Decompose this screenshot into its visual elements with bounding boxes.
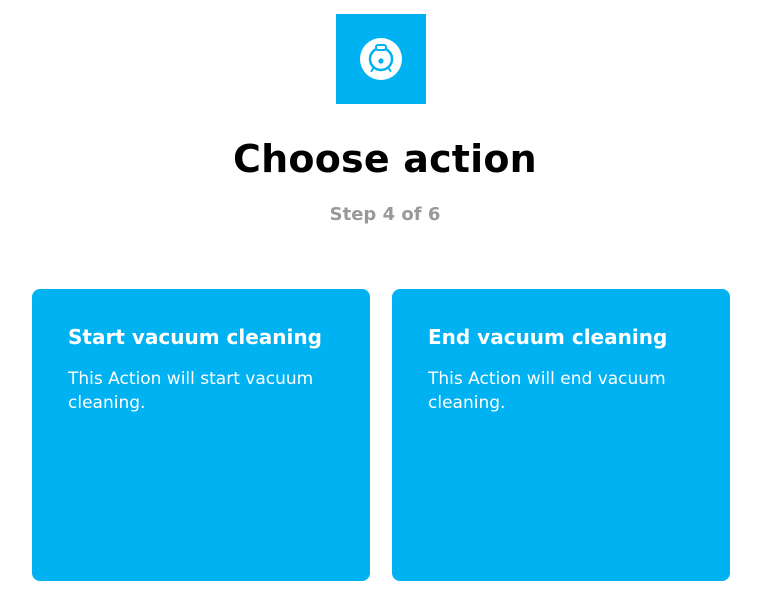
step-indicator: Step 4 of 6 bbox=[329, 204, 441, 225]
choose-action-page: Choose action Step 4 of 6 Start vacuum c… bbox=[0, 0, 770, 595]
action-card-start-vacuum-cleaning[interactable]: Start vacuum cleaning This Action will s… bbox=[32, 289, 370, 581]
service-logo bbox=[336, 14, 426, 104]
robot-vacuum-icon bbox=[360, 38, 402, 80]
action-card-description: This Action will start vacuum cleaning. bbox=[68, 369, 314, 413]
action-card-title: Start vacuum cleaning bbox=[68, 325, 322, 349]
page-title: Choose action bbox=[233, 137, 537, 181]
action-card-title: End vacuum cleaning bbox=[428, 325, 668, 349]
action-card-description: This Action will end vacuum cleaning. bbox=[428, 369, 666, 413]
action-card-end-vacuum-cleaning[interactable]: End vacuum cleaning This Action will end… bbox=[392, 289, 730, 581]
